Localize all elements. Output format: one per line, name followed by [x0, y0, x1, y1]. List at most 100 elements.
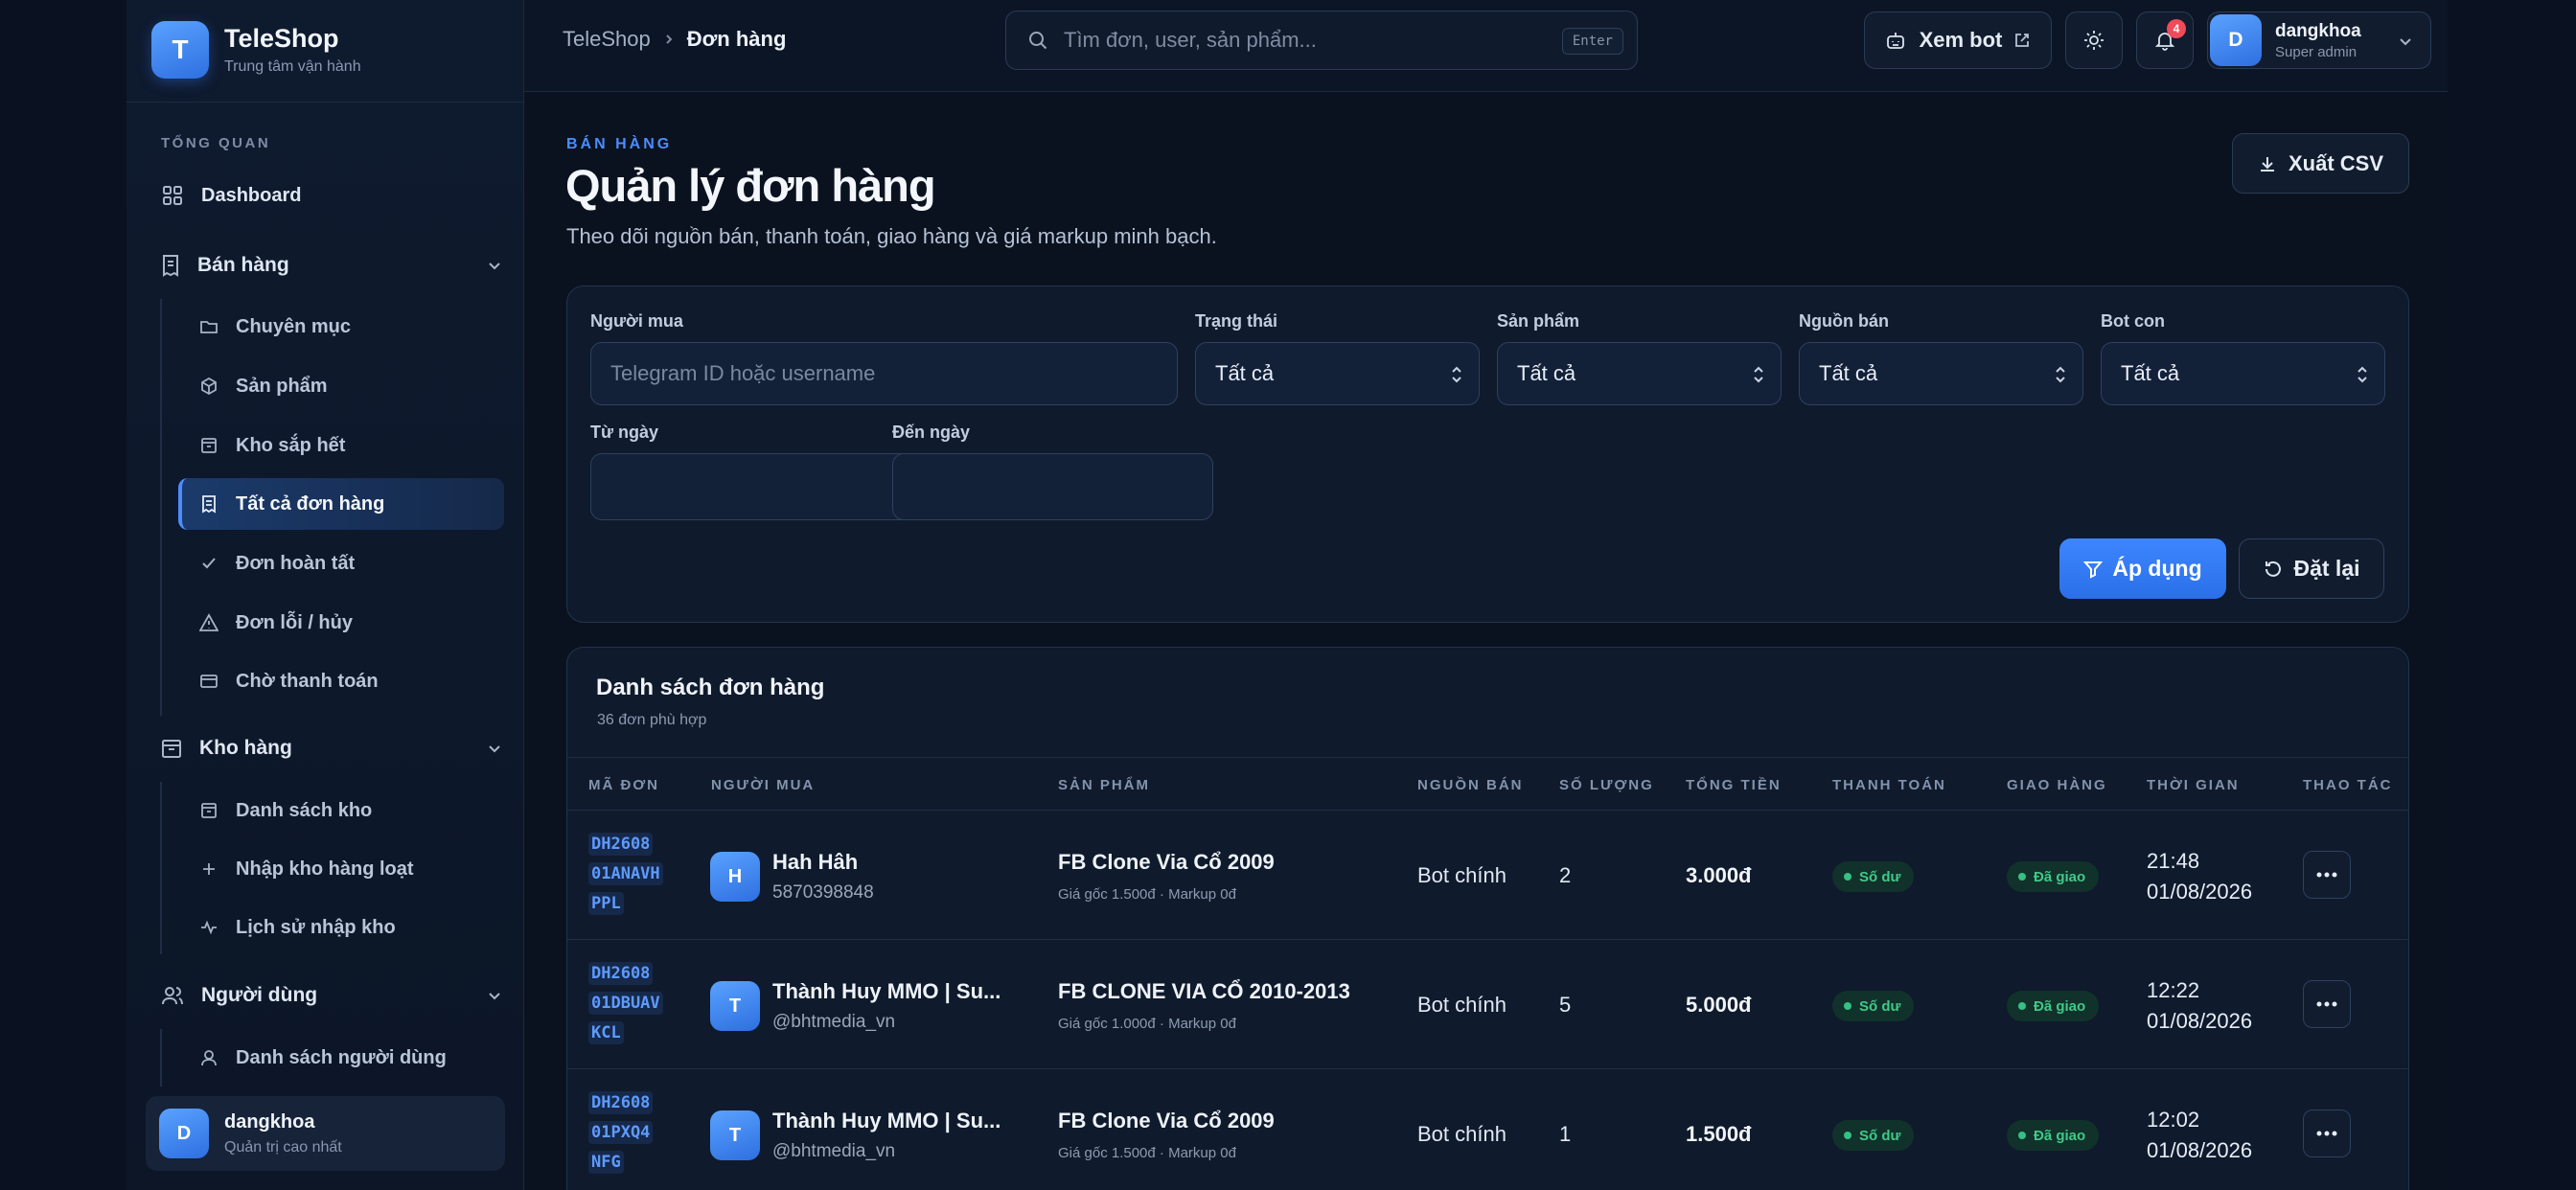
filter-icon	[2083, 561, 2104, 579]
profile-menu[interactable]: D dangkhoa Super admin	[2207, 11, 2431, 69]
product-select[interactable]: Tất cả	[1497, 342, 1782, 405]
status-select-value: Tất cả	[1215, 361, 1275, 385]
sidebar-item-danh-sach-nguoi-dung[interactable]: Danh sách người dùng	[178, 1032, 504, 1084]
order-total: 3.000đ	[1686, 863, 1752, 887]
status-dot	[2018, 1132, 2026, 1139]
user-name: dangkhoa	[224, 1110, 315, 1133]
date-value: 01/08/2026	[2147, 880, 2253, 904]
sidebar-item-chuyen-muc[interactable]: Chuyên mục	[178, 301, 504, 353]
order-source: Bot chính	[1417, 1122, 1506, 1146]
delivery-badge: Đã giao	[2007, 991, 2100, 1021]
sidebar-item-label: Dashboard	[201, 184, 302, 206]
product-meta: Giá gốc 1.000đ · Markup 0đ	[1058, 1016, 1236, 1032]
row-actions-button[interactable]	[2303, 980, 2351, 1028]
users-icon	[162, 987, 183, 1005]
sidebar-item-don-loi-huy[interactable]: Đơn lỗi / hủy	[178, 597, 504, 649]
product-meta: Giá gốc 1.500đ · Markup 0đ	[1058, 886, 1236, 903]
buyer-input[interactable]: Telegram ID hoặc username	[590, 342, 1178, 405]
updown-chevron-icon	[2056, 366, 2065, 383]
bot-select[interactable]: Tất cả	[2101, 342, 2385, 405]
page-description: Theo dõi nguồn bán, thanh toán, giao hàn…	[566, 224, 1217, 248]
table-row[interactable]: DH2608 01ANAVH PPL H Hah Hâh 5870398848 …	[567, 811, 2408, 940]
sidebar-item-tat-ca-don-hang[interactable]: Tất cả đơn hàng	[178, 478, 504, 530]
buyer-id: 5870398848	[772, 882, 874, 903]
archive-icon	[201, 803, 217, 818]
sidebar-group-label: Bán hàng	[197, 254, 289, 276]
order-code-part: 01ANAVH	[588, 862, 663, 885]
brand-subtitle: Trung tâm vận hành	[224, 58, 361, 75]
sidebar-group-kho-hang[interactable]: Kho hàng	[161, 728, 500, 768]
sidebar-section-label: TỔNG QUAN	[161, 135, 271, 151]
table-row[interactable]: DH2608 01DBUAV KCL T Thành Huy MMO | Su.…	[567, 940, 2408, 1069]
updown-chevron-icon	[2358, 366, 2367, 383]
column-header: NGUỒN BÁN	[1417, 777, 1524, 793]
table-row[interactable]: DH2608 01PXQ4 NFG T Thành Huy MMO | Su..…	[567, 1069, 2408, 1190]
column-header: THANH TOÁN	[1832, 777, 1946, 793]
column-header: TỔNG TIỀN	[1686, 777, 1782, 793]
sidebar-item-cho-thanh-toan[interactable]: Chờ thanh toán	[178, 655, 504, 707]
from-date-input[interactable]	[590, 453, 911, 520]
export-csv-button[interactable]: Xuất CSV	[2232, 133, 2409, 194]
orders-title: Danh sách đơn hàng	[596, 675, 825, 700]
breadcrumb-root[interactable]: TeleShop	[563, 27, 651, 52]
product-name: FB Clone Via Cổ 2009	[1058, 1109, 1275, 1133]
buyer-id: @bhtmedia_vn	[772, 1141, 896, 1161]
sidebar-item-lich-su-nhap-kho[interactable]: Lịch sử nhập kho	[178, 902, 504, 953]
brand[interactable]: T TeleShop Trung tâm vận hành	[151, 21, 361, 79]
to-date-input[interactable]	[892, 453, 1213, 520]
order-time: 21:48 01/08/2026	[2147, 846, 2252, 907]
status-dot	[2018, 1002, 2026, 1010]
reset-filter-button[interactable]: Đặt lại	[2239, 538, 2384, 599]
brand-logo: T	[151, 21, 209, 79]
row-actions-button[interactable]	[2303, 851, 2351, 899]
sidebar-item-label: Sản phẩm	[236, 375, 328, 397]
reset-icon	[2266, 561, 2282, 577]
order-quantity: 1	[1559, 1122, 1572, 1146]
bot-select-value: Tất cả	[2121, 361, 2180, 385]
bot-icon	[1886, 33, 1904, 49]
status-select[interactable]: Tất cả	[1195, 342, 1480, 405]
tree-line	[160, 1029, 162, 1087]
warning-icon	[199, 613, 218, 631]
product-name: FB Clone Via Cổ 2009	[1058, 850, 1275, 874]
sidebar: T TeleShop Trung tâm vận hành TỔNG QUAN …	[126, 0, 524, 1190]
search-icon	[1029, 32, 1047, 50]
source-select[interactable]: Tất cả	[1799, 342, 2083, 405]
chevron-down-icon	[489, 993, 500, 1000]
view-bot-button[interactable]: Xem bot	[1864, 11, 2052, 69]
search-input[interactable]: Tìm đơn, user, sản phẩm... Enter	[1005, 11, 1638, 70]
order-code[interactable]: DH2608 01DBUAV KCL	[588, 959, 663, 1048]
folder-icon	[200, 321, 218, 333]
sidebar-item-label: Chuyên mục	[236, 315, 352, 337]
sidebar-group-ban-hang[interactable]: Bán hàng	[161, 245, 500, 286]
sidebar-item-kho-sap-het[interactable]: Kho sắp hết	[178, 420, 504, 471]
sidebar-item-nhap-kho-hang-loat[interactable]: Nhập kho hàng loạt	[178, 843, 504, 895]
sidebar-group-nguoi-dung[interactable]: Người dùng	[161, 975, 500, 1016]
sidebar-item-label: Danh sách kho	[236, 799, 373, 821]
sidebar-item-label: Đơn lỗi / hủy	[236, 611, 353, 633]
sidebar-item-don-hoan-tat[interactable]: Đơn hoàn tất	[178, 538, 504, 589]
sidebar-item-danh-sach-kho[interactable]: Danh sách kho	[178, 785, 504, 836]
table-header: MÃ ĐƠN NGƯỜI MUA SẢN PHẨM NGUỒN BÁN SỐ L…	[567, 757, 2408, 811]
activity-icon	[201, 920, 217, 935]
sidebar-item-label: Nhập kho hàng loạt	[236, 858, 414, 880]
apply-filter-button[interactable]: Áp dụng	[2059, 538, 2226, 599]
sidebar-item-label: Đơn hoàn tất	[236, 552, 356, 574]
order-code[interactable]: DH2608 01PXQ4 NFG	[588, 1088, 663, 1178]
notifications-button[interactable]: 4	[2136, 11, 2194, 69]
theme-toggle-button[interactable]	[2065, 11, 2123, 69]
sidebar-divider	[126, 102, 524, 103]
payment-badge: Số dư	[1832, 991, 1915, 1021]
view-bot-label: Xem bot	[1919, 28, 2003, 52]
sidebar-item-san-pham[interactable]: Sản phẩm	[178, 360, 504, 412]
order-code-part: DH2608	[588, 833, 654, 856]
order-code-part: PPL	[588, 892, 624, 915]
topbar: TeleShop Đơn hàng Tìm đơn, user, sản phẩ…	[524, 0, 2448, 92]
row-actions-button[interactable]	[2303, 1110, 2351, 1157]
sidebar-item-dashboard[interactable]: Dashboard	[161, 175, 301, 216]
order-code[interactable]: DH2608 01ANAVH PPL	[588, 830, 663, 919]
avatar: D	[159, 1109, 209, 1158]
sidebar-user-card[interactable]: D dangkhoa Quản trị cao nhất	[146, 1096, 505, 1171]
sidebar-item-label: Danh sách người dùng	[236, 1046, 447, 1068]
buyer-name: Thành Huy MMO | Su...	[772, 979, 1001, 1003]
